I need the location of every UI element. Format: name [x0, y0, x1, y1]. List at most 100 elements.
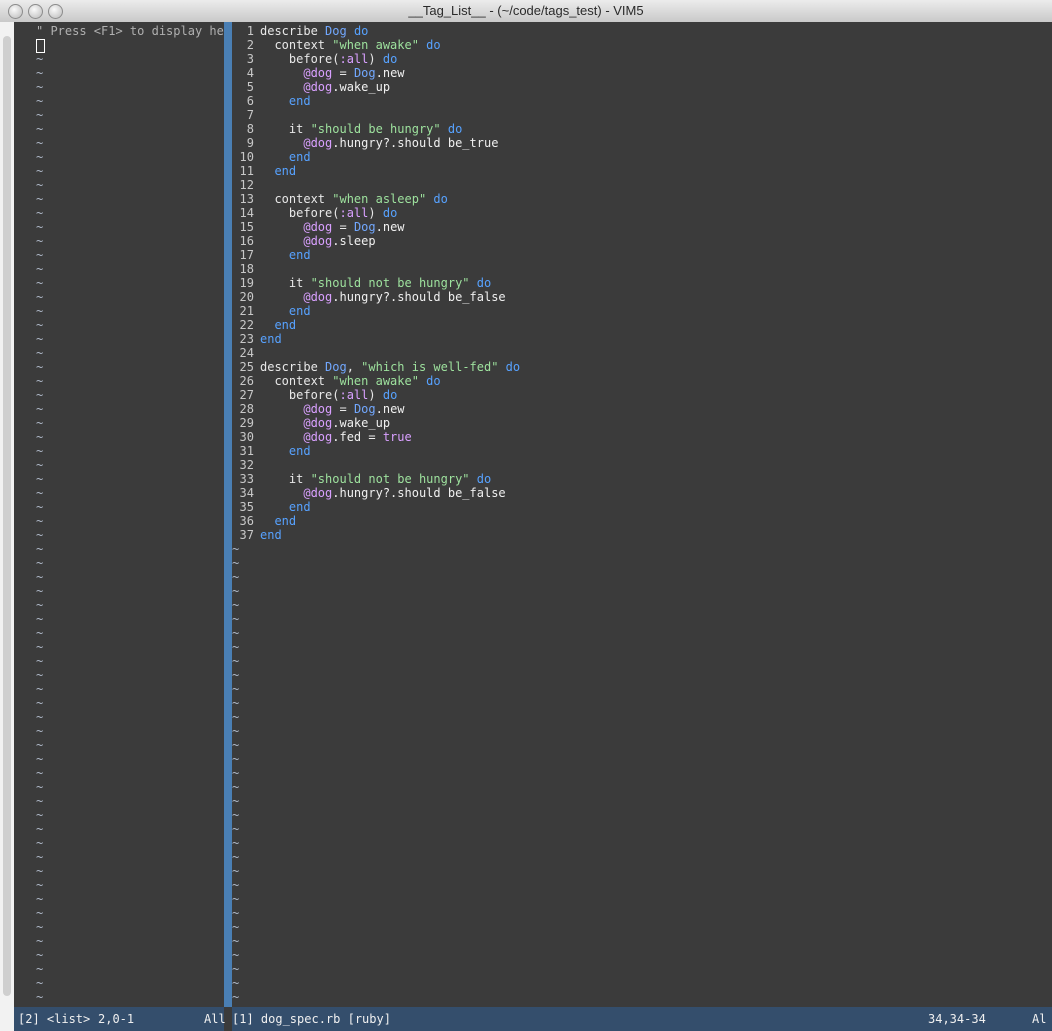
- code-token: .new: [375, 402, 405, 416]
- code-token: :all: [339, 388, 369, 402]
- empty-line-tilde: ~: [232, 878, 240, 892]
- empty-line-tilde: ~: [36, 514, 44, 528]
- code-line: 1 describe Dog do: [232, 24, 369, 38]
- code-token: do: [418, 374, 441, 388]
- code-token: .hungry?.should be_false: [332, 290, 506, 304]
- code-token: before(: [260, 52, 340, 66]
- line-number: 26: [239, 374, 254, 388]
- code-token: end: [260, 94, 311, 108]
- empty-line-tilde: ~: [232, 612, 240, 626]
- empty-line-tilde: ~: [36, 402, 44, 416]
- code-token: @dog: [260, 486, 333, 500]
- empty-line-tilde: ~: [36, 122, 44, 136]
- code-token: end: [260, 444, 311, 458]
- code-token: true: [382, 430, 412, 444]
- empty-line-tilde: ~: [232, 990, 240, 1004]
- code-token: "when asleep": [332, 192, 427, 206]
- line-number: 12: [239, 178, 254, 192]
- code-token: .sleep: [332, 234, 376, 248]
- empty-line-tilde: ~: [232, 794, 240, 808]
- code-token: @dog: [260, 220, 333, 234]
- empty-line-tilde: ~: [36, 822, 44, 836]
- code-token: do: [440, 122, 463, 136]
- line-number: 32: [239, 458, 254, 472]
- code-token: "should not be hungry": [310, 472, 470, 486]
- code-line: 26 context "when awake" do: [232, 374, 441, 388]
- empty-line-tilde: ~: [36, 654, 44, 668]
- empty-line-tilde: ~: [36, 262, 44, 276]
- empty-line-tilde: ~: [36, 738, 44, 752]
- empty-line-tilde: ~: [232, 556, 240, 570]
- empty-line-tilde: ~: [36, 976, 44, 990]
- code-line: 23 end: [232, 332, 282, 346]
- code-line: 34 @dog.hungry?.should be_false: [232, 486, 506, 500]
- code-line: 31 end: [232, 444, 311, 458]
- taglist-status-scroll: All: [204, 1012, 226, 1026]
- code-token: end: [260, 500, 311, 514]
- empty-line-tilde: ~: [36, 332, 44, 346]
- empty-line-tilde: ~: [36, 570, 44, 584]
- taglist-pane[interactable]: " Press <F1> to display hel ~ ~ ~ ~ ~ ~ ~ ~ ~ ~ ~ ~…: [14, 22, 231, 1007]
- line-number: 5: [246, 80, 254, 94]
- code-token: end: [260, 332, 282, 346]
- code-token: do: [418, 38, 441, 52]
- line-number: 36: [239, 514, 254, 528]
- line-number: 37: [239, 528, 254, 542]
- line-number: 11: [239, 164, 254, 178]
- code-token: do: [469, 472, 492, 486]
- empty-line-tilde: ~: [36, 584, 44, 598]
- code-line: 9 @dog.hungry?.should be_true: [232, 136, 499, 150]
- code-token: ): [368, 206, 376, 220]
- code-line: 2 context "when awake" do: [232, 38, 441, 52]
- code-line: 33 it "should not be hungry" do: [232, 472, 492, 486]
- empty-line-tilde: ~: [232, 962, 240, 976]
- editor-pane[interactable]: 1 describe Dog do 2 context "when awake" d…: [232, 22, 1052, 1007]
- line-number: 9: [246, 136, 254, 150]
- code-line: 16 @dog.sleep: [232, 234, 376, 248]
- code-line: 27 before(:all) do: [232, 388, 398, 402]
- code-token: Dog: [325, 24, 347, 38]
- code-token: .wake_up: [332, 80, 391, 94]
- empty-line-tilde: ~: [232, 836, 240, 850]
- code-line: 30 @dog.fed = true: [232, 430, 412, 444]
- empty-line-tilde: ~: [232, 934, 240, 948]
- empty-line-tilde: ~: [232, 948, 240, 962]
- line-number: 35: [239, 500, 254, 514]
- code-token: Dog: [353, 220, 376, 234]
- line-number: 3: [246, 52, 254, 66]
- code-token: end: [260, 528, 282, 542]
- code-line: 11 end: [232, 164, 297, 178]
- code-token: describe: [260, 24, 326, 38]
- code-token: @dog: [260, 402, 333, 416]
- vertical-split-divider[interactable]: [224, 22, 232, 1007]
- code-line: 6 end: [232, 94, 311, 108]
- empty-line-tilde: ~: [36, 318, 44, 332]
- empty-line-tilde: ~: [36, 220, 44, 234]
- code-token: do: [426, 192, 448, 206]
- window-scrollbar[interactable]: [0, 22, 15, 1031]
- empty-line-tilde: ~: [36, 388, 44, 402]
- line-number: 4: [246, 66, 254, 80]
- code-line: 4 @dog = Dog.new: [232, 66, 405, 80]
- code-token: do: [375, 206, 398, 220]
- title-bar: __Tag_List__ - (~/code/tags_test) - VIM5: [0, 0, 1052, 23]
- code-line: 35 end: [232, 500, 311, 514]
- empty-line-tilde: ~: [36, 990, 44, 1004]
- taglist-help-line: " Press <F1> to display hel: [36, 24, 232, 38]
- empty-line-tilde: ~: [36, 192, 44, 206]
- line-number: 6: [246, 94, 254, 108]
- empty-line-tilde: ~: [36, 668, 44, 682]
- empty-line-tilde: ~: [36, 682, 44, 696]
- empty-line-tilde: ~: [232, 976, 240, 990]
- code-token: @dog: [260, 66, 333, 80]
- code-token: ,: [346, 360, 362, 374]
- code-line: 36 end: [232, 514, 297, 528]
- code-token: =: [332, 66, 354, 80]
- scrollbar-thumb[interactable]: [3, 36, 11, 996]
- code-token: do: [375, 388, 398, 402]
- code-line: 29 @dog.wake_up: [232, 416, 391, 430]
- code-token: .hungry?.should be_false: [332, 486, 506, 500]
- editor-status-line: [1] dog_spec.rb [ruby] 34,34-34 Al: [232, 1007, 1052, 1031]
- code-line: 14 before(:all) do: [232, 206, 398, 220]
- empty-line-tilde: ~: [232, 654, 240, 668]
